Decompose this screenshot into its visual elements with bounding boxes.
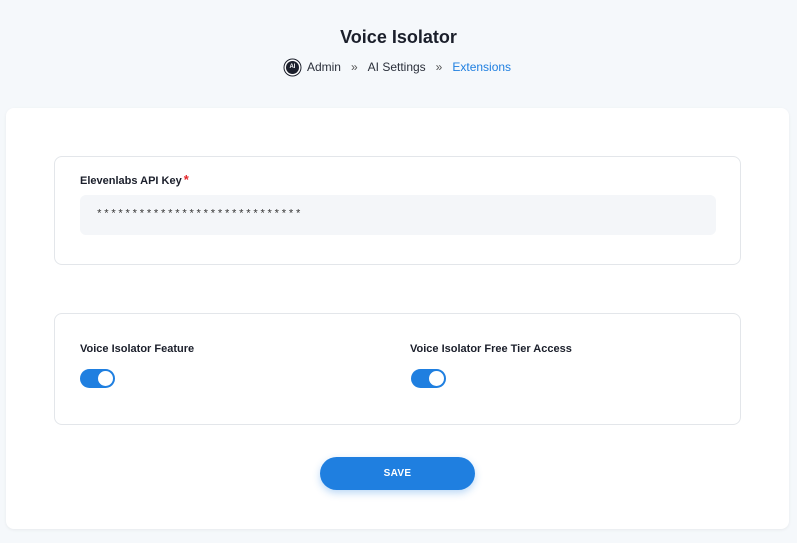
breadcrumb-ai-settings[interactable]: AI Settings [368, 60, 426, 74]
required-marker: * [183, 172, 189, 187]
api-key-input[interactable] [80, 195, 716, 235]
page-title: Voice Isolator [340, 27, 457, 47]
breadcrumb-separator-icon: » [435, 60, 443, 74]
save-button[interactable]: SAVE [320, 457, 475, 490]
breadcrumb-separator-icon: » [350, 60, 358, 74]
api-key-label: Elevenlabs API Key * [80, 172, 189, 187]
toggle-knob [429, 371, 444, 386]
api-key-panel: Elevenlabs API Key * [54, 156, 741, 265]
feature-toggles-panel: Voice Isolator Feature Voice Isolator Fr… [54, 313, 741, 425]
breadcrumb-admin[interactable]: Admin [307, 60, 341, 74]
breadcrumb: AI Admin » AI Settings » Extensions [0, 60, 797, 74]
api-key-label-text: Elevenlabs API Key [80, 175, 182, 187]
breadcrumb-extensions[interactable]: Extensions [452, 60, 511, 74]
toggle-knob [98, 371, 113, 386]
settings-card: Elevenlabs API Key* Voice Isolator Featu… [6, 108, 789, 529]
voice-isolator-feature-label: Voice Isolator Feature [80, 343, 195, 355]
ai-chip-icon: AI [285, 60, 299, 74]
voice-isolator-feature-toggle[interactable] [80, 369, 115, 388]
free-tier-access-toggle[interactable] [411, 369, 446, 388]
free-tier-access-label: Voice Isolator Free Tier Access [410, 343, 572, 355]
